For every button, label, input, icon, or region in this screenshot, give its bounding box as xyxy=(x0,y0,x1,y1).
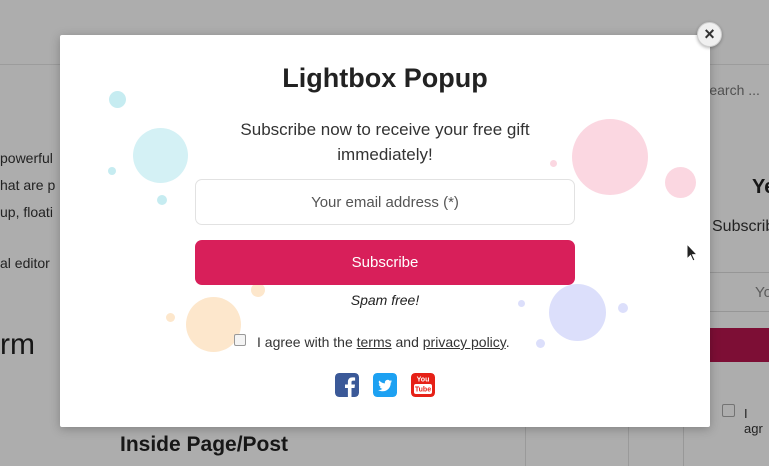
mouse-cursor-icon xyxy=(686,243,699,262)
email-field[interactable] xyxy=(195,179,575,225)
agree-row: I agree with the terms and privacy polic… xyxy=(234,334,510,350)
terms-link[interactable]: terms xyxy=(357,334,392,350)
youtube-icon-label: Tube xyxy=(415,387,431,394)
youtube-icon-label: You xyxy=(417,377,430,384)
subscribe-button[interactable]: Subscribe xyxy=(195,240,575,285)
agree-suffix: . xyxy=(505,334,510,350)
agree-prefix: I agree with the xyxy=(257,334,357,350)
popup-title: Lightbox Popup xyxy=(282,63,488,93)
agree-middle: and xyxy=(391,334,423,350)
popup-subtitle: Subscribe now to receive your free gift … xyxy=(240,120,530,164)
youtube-icon[interactable]: You Tube xyxy=(411,373,435,397)
agree-checkbox[interactable] xyxy=(234,334,246,347)
facebook-icon[interactable] xyxy=(335,373,359,397)
lightbox-popup: Lightbox Popup Subscribe now to receive … xyxy=(60,35,710,427)
spam-free-text: Spam free! xyxy=(350,292,420,308)
privacy-policy-link[interactable]: privacy policy xyxy=(423,334,506,350)
close-button[interactable]: × xyxy=(697,22,722,47)
twitter-icon[interactable] xyxy=(373,373,397,397)
